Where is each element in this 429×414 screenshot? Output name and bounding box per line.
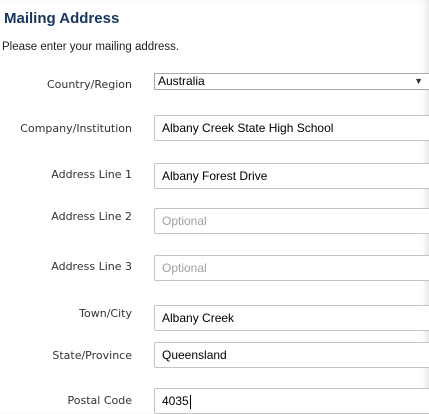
address-line-1-input[interactable]: Albany Forest Drive bbox=[154, 163, 429, 189]
address-line-1-label: Address Line 1 bbox=[51, 168, 132, 181]
text-cursor bbox=[189, 394, 191, 409]
mailing-address-form: Mailing Address Please enter your mailin… bbox=[0, 0, 429, 414]
address-line-3-input[interactable]: Optional bbox=[154, 255, 429, 281]
address-line-2-input[interactable]: Optional bbox=[154, 208, 429, 234]
state-province-label: State/Province bbox=[52, 349, 132, 362]
section-instructions: Please enter your mailing address. bbox=[2, 41, 180, 53]
postal-code-value: 4035 bbox=[162, 394, 189, 408]
town-city-label: Town/City bbox=[79, 307, 132, 320]
country-selected-value: Australia bbox=[158, 74, 205, 88]
address-line-3-label: Address Line 3 bbox=[51, 260, 132, 273]
company-label: Company/Institution bbox=[20, 122, 132, 135]
town-city-input[interactable]: Albany Creek bbox=[154, 305, 429, 331]
postal-code-label: Postal Code bbox=[67, 394, 132, 407]
company-input[interactable]: Albany Creek State High School bbox=[154, 115, 429, 141]
country-select[interactable]: Australia ▼ bbox=[154, 73, 429, 90]
state-province-input[interactable]: Queensland bbox=[154, 342, 429, 368]
address-line-2-label: Address Line 2 bbox=[51, 210, 132, 223]
chevron-down-icon: ▼ bbox=[414, 76, 423, 86]
section-title: Mailing Address bbox=[4, 10, 120, 27]
country-label: Country/Region bbox=[46, 78, 132, 91]
postal-code-input[interactable]: 4035 bbox=[154, 388, 429, 414]
